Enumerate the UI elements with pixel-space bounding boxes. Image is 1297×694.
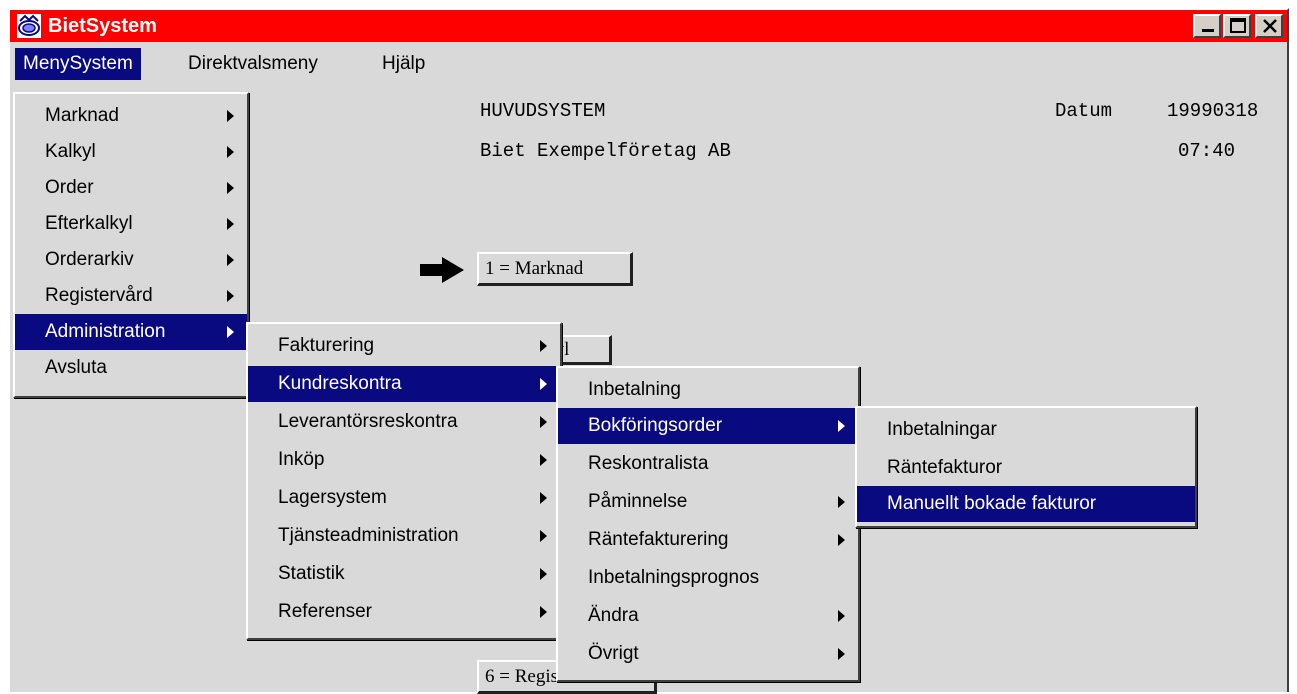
- menu-item-tjansteadministration[interactable]: Tjänsteadministration: [248, 518, 560, 554]
- maximize-button[interactable]: [1223, 14, 1251, 38]
- menu-item-label: Tjänsteadministration: [278, 525, 459, 546]
- menu-item-label: Påminnelse: [588, 491, 688, 512]
- administration-submenu: Fakturering Kundreskontra Leverantörsres…: [246, 322, 562, 640]
- submenu-arrow-icon: [227, 146, 234, 158]
- menu-item-kalkyl[interactable]: Kalkyl: [15, 134, 247, 170]
- menu-item-administration[interactable]: Administration: [15, 314, 247, 350]
- date-value: 19990318: [1167, 100, 1259, 122]
- bokforingsorder-submenu: Inbetalningar Räntefakturor Manuellt bok…: [855, 406, 1197, 528]
- window-title: BietSystem: [48, 15, 157, 37]
- menu-item-label: Kundreskontra: [278, 373, 402, 394]
- system-heading: HUVUDSYSTEM: [480, 100, 606, 122]
- menysystem-dropdown: Marknad Kalkyl Order Efterkalkyl Orderar…: [13, 92, 249, 398]
- submenu-arrow-icon: [838, 420, 845, 432]
- time-value: 07:40: [1178, 140, 1236, 162]
- menu-hjalp[interactable]: Hjälp: [374, 48, 433, 80]
- menu-item-label: Registervård: [45, 285, 153, 306]
- submenu-arrow-icon: [227, 182, 234, 194]
- menu-item-label: Ändra: [588, 605, 639, 626]
- menu-item-registervard[interactable]: Registervård: [15, 278, 247, 314]
- menu-item-label: Referenser: [278, 601, 372, 622]
- maximize-icon: [1230, 18, 1246, 33]
- close-icon: [1263, 19, 1277, 33]
- menu-item-label: Order: [45, 177, 94, 198]
- menu-item-orderarkiv[interactable]: Orderarkiv: [15, 242, 247, 278]
- menu-item-label: Reskontralista: [588, 453, 709, 474]
- submenu-arrow-icon: [838, 610, 845, 622]
- menu-item-label: Inbetalningsprognos: [588, 567, 760, 588]
- menu-item-lagersystem[interactable]: Lagersystem: [248, 480, 560, 516]
- menu-item-inbetalning[interactable]: Inbetalning: [558, 372, 858, 408]
- submenu-arrow-icon: [540, 416, 547, 428]
- submenu-arrow-icon: [838, 496, 845, 508]
- submenu-arrow-icon: [227, 218, 234, 230]
- menu-item-manuellt-bokade-fakturor[interactable]: Manuellt bokade fakturor: [857, 486, 1195, 522]
- menu-item-order[interactable]: Order: [15, 170, 247, 206]
- submenu-arrow-icon: [838, 534, 845, 546]
- menu-item-ovrigt[interactable]: Övrigt: [558, 636, 858, 672]
- menu-item-marknad[interactable]: Marknad: [15, 98, 247, 134]
- marknad-button[interactable]: 1 = Marknad: [477, 252, 633, 286]
- menu-item-label: Avsluta: [45, 357, 107, 378]
- menu-item-label: Manuellt bokade fakturor: [887, 493, 1097, 514]
- menu-item-inbetalningar[interactable]: Inbetalningar: [857, 412, 1195, 448]
- menu-item-label: Räntefakturor: [887, 457, 1003, 478]
- kundreskontra-submenu: Inbetalning Bokföringsorder Reskontralis…: [556, 366, 860, 682]
- menu-item-label: Efterkalkyl: [45, 213, 133, 234]
- menu-item-label: Bokföringsorder: [588, 415, 723, 436]
- menu-item-label: Räntefakturering: [588, 529, 729, 550]
- submenu-arrow-icon: [227, 254, 234, 266]
- company-name: Biet Exempelföretag AB: [480, 140, 731, 162]
- menu-item-label: Orderarkiv: [45, 249, 134, 270]
- menu-item-reskontralista[interactable]: Reskontralista: [558, 446, 858, 482]
- menu-item-statistik[interactable]: Statistik: [248, 556, 560, 592]
- menu-item-label: Leverantörsreskontra: [278, 411, 458, 432]
- submenu-arrow-icon: [227, 290, 234, 302]
- menu-item-avsluta[interactable]: Avsluta: [15, 350, 247, 386]
- app-logo-icon: [17, 14, 41, 38]
- menu-direktvalsmeny[interactable]: Direktvalsmeny: [180, 48, 326, 80]
- menu-item-kundreskontra[interactable]: Kundreskontra: [248, 366, 560, 402]
- menu-item-label: Lagersystem: [278, 487, 387, 508]
- minimize-button[interactable]: [1193, 14, 1221, 38]
- menu-bar: MenySystem Direktvalsmeny Hjälp: [10, 48, 1287, 80]
- submenu-arrow-icon: [540, 492, 547, 504]
- title-bar[interactable]: BietSystem: [10, 10, 1287, 42]
- submenu-arrow-icon: [540, 568, 547, 580]
- submenu-arrow-icon: [227, 326, 234, 338]
- submenu-arrow-icon: [540, 454, 547, 466]
- menu-item-leverantorsreskontra[interactable]: Leverantörsreskontra: [248, 404, 560, 440]
- app-window: BietSystem MenySystem Direktvalsmeny Hjä…: [8, 8, 1289, 694]
- arrow-right-icon: [420, 257, 464, 283]
- menu-item-referenser[interactable]: Referenser: [248, 594, 560, 630]
- menu-item-inbetalningsprognos[interactable]: Inbetalningsprognos: [558, 560, 858, 596]
- menu-item-andra[interactable]: Ändra: [558, 598, 858, 634]
- submenu-arrow-icon: [540, 378, 547, 390]
- menu-item-label: Marknad: [45, 105, 119, 126]
- menu-item-inkop[interactable]: Inköp: [248, 442, 560, 478]
- close-button[interactable]: [1255, 14, 1283, 38]
- menu-item-label: Övrigt: [588, 643, 639, 664]
- menu-item-fakturering[interactable]: Fakturering: [248, 328, 560, 364]
- menu-item-label: Administration: [45, 321, 166, 342]
- menu-menysystem[interactable]: MenySystem: [15, 48, 141, 80]
- submenu-arrow-icon: [540, 340, 547, 352]
- submenu-arrow-icon: [838, 648, 845, 660]
- menu-item-label: Fakturering: [278, 335, 375, 356]
- submenu-arrow-icon: [540, 606, 547, 618]
- menu-item-paminnelse[interactable]: Påminnelse: [558, 484, 858, 520]
- menu-item-label: Inbetalning: [588, 379, 681, 400]
- menu-item-rantefakturor[interactable]: Räntefakturor: [857, 450, 1195, 486]
- menu-item-label: Inbetalningar: [887, 419, 997, 440]
- menu-item-label: Inköp: [278, 449, 325, 470]
- menu-item-label: Kalkyl: [45, 141, 96, 162]
- submenu-arrow-icon: [227, 110, 234, 122]
- minimize-icon: [1202, 29, 1214, 32]
- submenu-arrow-icon: [540, 530, 547, 542]
- menu-item-rantefakturering[interactable]: Räntefakturering: [558, 522, 858, 558]
- menu-item-efterkalkyl[interactable]: Efterkalkyl: [15, 206, 247, 242]
- menu-item-label: Statistik: [278, 563, 345, 584]
- date-label: Datum: [1055, 100, 1113, 122]
- menu-item-bokforingsorder[interactable]: Bokföringsorder: [558, 408, 858, 444]
